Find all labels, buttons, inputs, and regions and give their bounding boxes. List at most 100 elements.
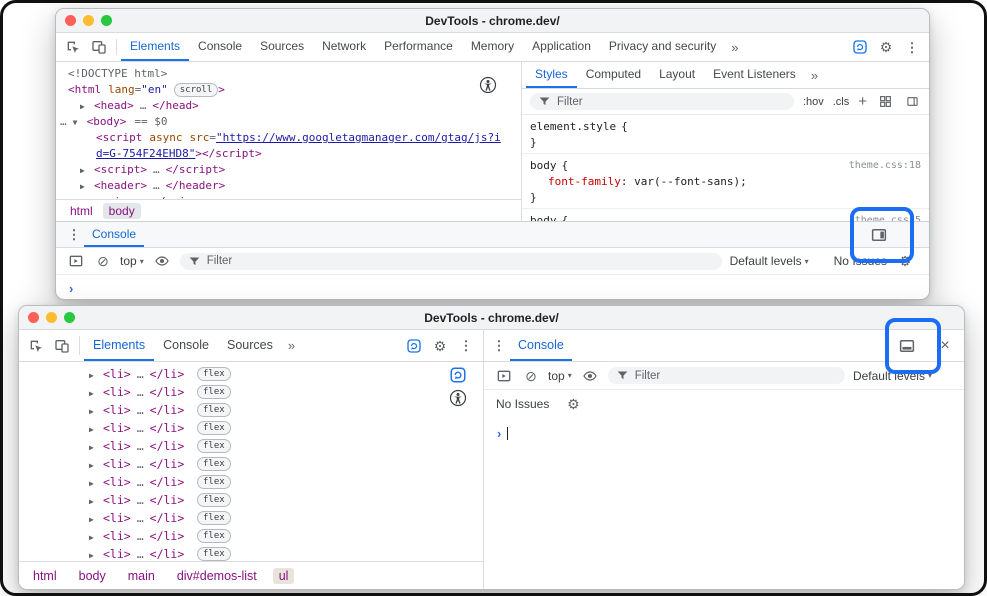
flex-badge[interactable]: flex — [197, 403, 231, 417]
cast-icon[interactable] — [847, 33, 873, 61]
device-toolbar-icon[interactable] — [49, 330, 75, 361]
disclosure-arrow-icon[interactable]: ▼ — [73, 115, 82, 131]
disclosure-arrow-icon[interactable]: ▶ — [80, 179, 89, 195]
tab-event-listeners[interactable]: Event Listeners — [704, 62, 805, 88]
sidebar-panel-icon[interactable] — [903, 95, 921, 108]
kebab-menu-icon[interactable]: ⋮ — [453, 330, 479, 361]
issues-counter[interactable]: No Issues — [496, 397, 549, 411]
accessibility-icon[interactable] — [445, 389, 471, 407]
console-filter-input[interactable]: Filter — [180, 253, 722, 270]
tree-row-li[interactable]: ▶<li>…</li>flex — [19, 455, 483, 473]
breadcrumb-ul[interactable]: ul — [273, 568, 295, 584]
tab-sources[interactable]: Sources — [218, 330, 282, 361]
device-toolbar-icon[interactable] — [86, 33, 112, 61]
console-settings-gear-icon[interactable]: ⚙ — [563, 397, 583, 411]
tab-sources[interactable]: Sources — [251, 33, 313, 61]
issues-counter[interactable]: No Issues — [834, 254, 887, 268]
tree-line-doctype[interactable]: <!DOCTYPE html> — [56, 66, 521, 82]
zoom-window-button[interactable] — [101, 15, 112, 26]
console-prompt[interactable]: › — [484, 418, 964, 448]
breadcrumb-body[interactable]: body — [103, 203, 141, 219]
flex-badge[interactable]: flex — [197, 421, 231, 435]
tab-privacy-security[interactable]: Privacy and security — [600, 33, 725, 61]
clear-console-icon[interactable]: ⊘ — [522, 369, 540, 383]
tab-computed[interactable]: Computed — [577, 62, 650, 88]
flex-badge[interactable]: flex — [197, 547, 231, 561]
grid-icon[interactable] — [876, 95, 894, 108]
tab-console[interactable]: Console — [189, 33, 251, 61]
more-tabs-icon[interactable]: » — [805, 62, 824, 88]
more-tabs-icon[interactable]: » — [282, 330, 301, 361]
live-expression-eye-icon[interactable] — [580, 368, 600, 384]
tree-line-script[interactable]: ▶<script>…</script> — [56, 162, 521, 178]
drawer-menu-icon[interactable]: ⋮ — [488, 330, 510, 361]
flex-badge[interactable]: flex — [197, 475, 231, 489]
tree-row-li[interactable]: ▶<li>…</li>flex — [19, 527, 483, 545]
close-devtools-button[interactable]: × — [936, 338, 954, 354]
kebab-menu-icon[interactable]: ⋮ — [899, 33, 925, 61]
minimize-window-button[interactable] — [46, 312, 57, 323]
accessibility-icon[interactable] — [475, 76, 501, 94]
live-expression-eye-icon[interactable] — [152, 253, 172, 269]
tree-line-html[interactable]: <htmllang="en"scroll> — [56, 82, 521, 98]
tab-elements[interactable]: Elements — [121, 33, 189, 61]
close-window-button[interactable] — [28, 312, 39, 323]
log-levels-dropdown[interactable]: Default levels▾ — [853, 369, 932, 383]
resource-link[interactable]: "https://www.googletagmanager.com/gtag/j… — [216, 131, 501, 144]
drawer-tab-console[interactable]: Console — [84, 222, 144, 247]
tree-row-li[interactable]: ▶<li>…</li>flex — [19, 419, 483, 437]
tree-row-li[interactable]: ▶<li>…</li>flex — [19, 365, 483, 383]
scroll-badge[interactable]: scroll — [174, 83, 219, 97]
clear-console-icon[interactable]: ⊘ — [94, 254, 112, 268]
tab-application[interactable]: Application — [523, 33, 600, 61]
tree-row-li[interactable]: ▶<li>…</li>flex — [19, 401, 483, 419]
tab-console[interactable]: Console — [154, 330, 218, 361]
inspect-icon[interactable] — [60, 33, 86, 61]
more-tabs-icon[interactable]: » — [725, 33, 744, 61]
tree-row-li[interactable]: ▶<li>…</li>flex — [19, 437, 483, 455]
flex-badge[interactable]: flex — [197, 457, 231, 471]
tree-row-li[interactable]: ▶<li>…</li>flex — [19, 545, 483, 561]
minimize-window-button[interactable] — [83, 15, 94, 26]
breadcrumb-div-demos-list[interactable]: div#demos-list — [171, 568, 263, 584]
tree-line-body[interactable]: …▼<body>== $0 — [56, 114, 521, 130]
context-selector[interactable]: top▾ — [120, 254, 144, 268]
close-window-button[interactable] — [65, 15, 76, 26]
titlebar[interactable]: DevTools - chrome.dev/ — [19, 306, 964, 330]
tree-line-header[interactable]: ▶<header>…</header> — [56, 178, 521, 194]
tree-line-script-gtag-2[interactable]: d=G-754F24EHD8"></script> — [56, 146, 521, 162]
breadcrumb-body[interactable]: body — [73, 568, 112, 584]
tree-line-head[interactable]: ▶<head>…</head> — [56, 98, 521, 114]
flex-badge[interactable]: flex — [197, 439, 231, 453]
pseudo-state-toggle[interactable]: :hov — [803, 96, 824, 108]
tab-memory[interactable]: Memory — [462, 33, 523, 61]
console-settings-gear-icon[interactable]: ⚙ — [895, 254, 915, 268]
drawer-menu-icon[interactable]: ⋮ — [64, 222, 84, 247]
tab-layout[interactable]: Layout — [650, 62, 704, 88]
settings-gear-icon[interactable]: ⚙ — [427, 330, 453, 361]
breadcrumb-main[interactable]: main — [122, 568, 161, 584]
node-menu-dots[interactable]: … — [60, 115, 67, 128]
flex-badge[interactable]: flex — [197, 529, 231, 543]
dock-side-button[interactable] — [866, 226, 892, 244]
context-selector[interactable]: top▾ — [548, 369, 572, 383]
flex-badge[interactable]: flex — [197, 385, 231, 399]
log-levels-dropdown[interactable]: Default levels▾ — [730, 254, 809, 268]
inspect-icon[interactable] — [23, 330, 49, 361]
rule-element-style[interactable]: element.style{ — [522, 118, 929, 134]
titlebar[interactable]: DevTools - chrome.dev/ — [56, 9, 929, 33]
flex-badge[interactable]: flex — [197, 493, 231, 507]
tree-row-li[interactable]: ▶<li>…</li>flex — [19, 491, 483, 509]
stylesheet-link[interactable]: theme.css:5 — [855, 215, 921, 222]
disclosure-arrow-icon[interactable]: ▶ — [80, 163, 89, 179]
cast-icon[interactable] — [445, 366, 471, 384]
styles-filter-input[interactable]: Filter — [530, 93, 794, 110]
resource-link[interactable]: d=G-754F24EHD8" — [96, 147, 195, 160]
flex-badge[interactable]: flex — [197, 511, 231, 525]
tab-performance[interactable]: Performance — [375, 33, 462, 61]
rule-body-theme5[interactable]: body{ theme.css:5 — [522, 212, 929, 221]
tree-row-li[interactable]: ▶<li>…</li>flex — [19, 509, 483, 527]
tree-row-li[interactable]: ▶<li>…</li>flex — [19, 473, 483, 491]
flex-badge[interactable]: flex — [197, 367, 231, 381]
css-declaration[interactable]: font-family: var(--font-sans); — [522, 173, 929, 189]
